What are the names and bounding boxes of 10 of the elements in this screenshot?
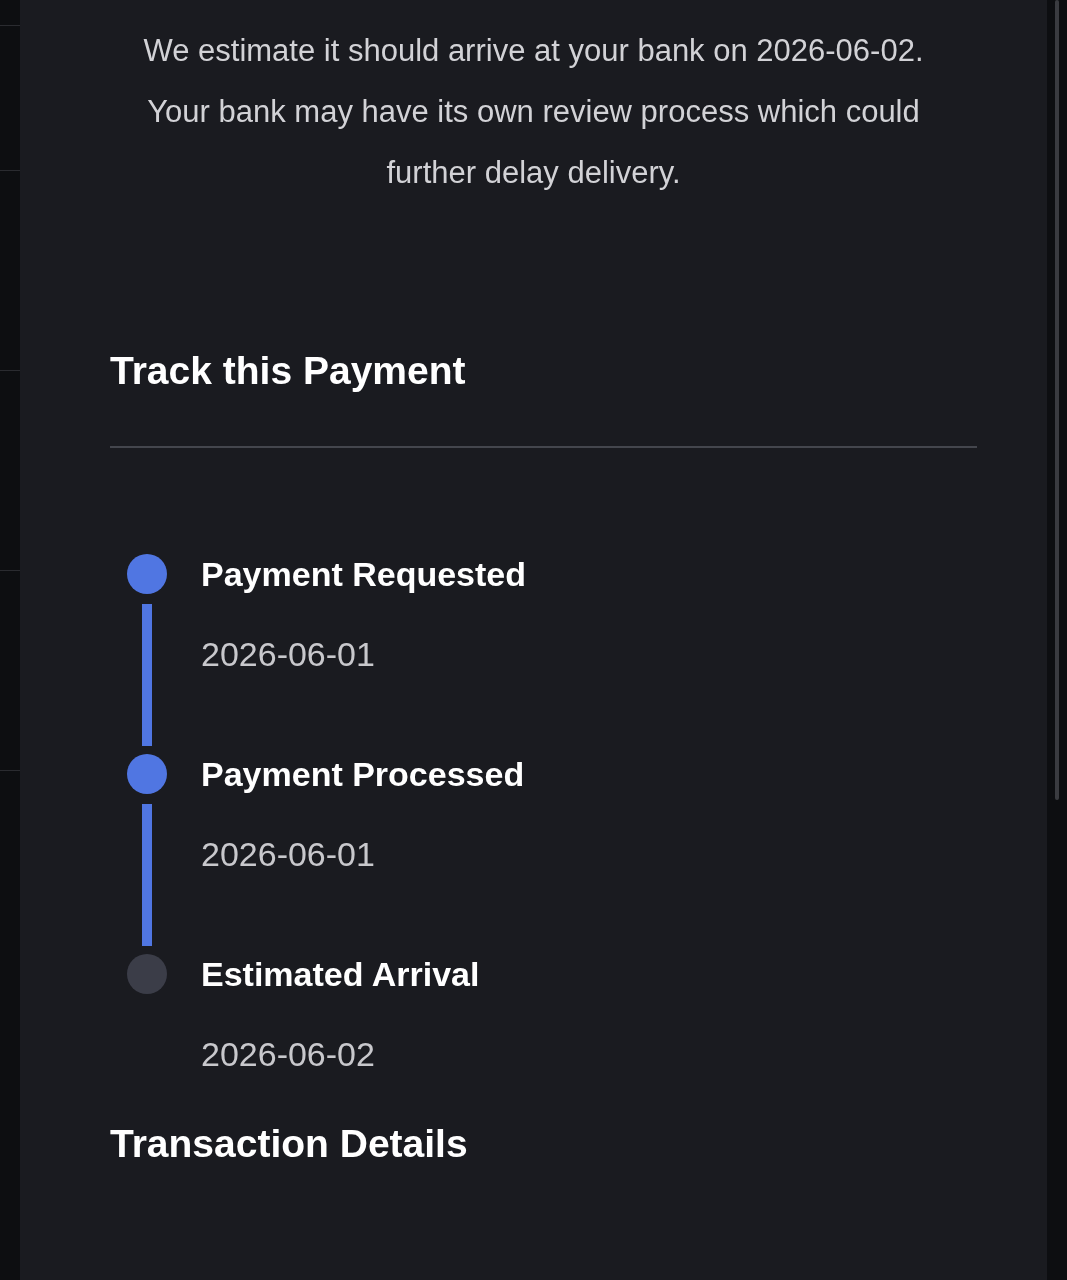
section-heading: Transaction Details xyxy=(110,1121,469,1167)
step-title: Payment Requested xyxy=(201,554,526,594)
scrollbar[interactable] xyxy=(1055,0,1059,800)
section-heading: Track this Payment xyxy=(110,348,467,394)
step-date: 2026-06-01 xyxy=(201,834,376,874)
step-date: 2026-06-02 xyxy=(201,1034,376,1074)
step-date: 2026-06-01 xyxy=(201,634,376,674)
step-title: Payment Processed xyxy=(201,754,525,794)
step-title: Estimated Arrival xyxy=(201,954,480,994)
arrival-message: We estimate it should arrive at your bank on 2026-06-02. Your bank may have its own review process which could further delay delivery. xyxy=(142,32,925,192)
